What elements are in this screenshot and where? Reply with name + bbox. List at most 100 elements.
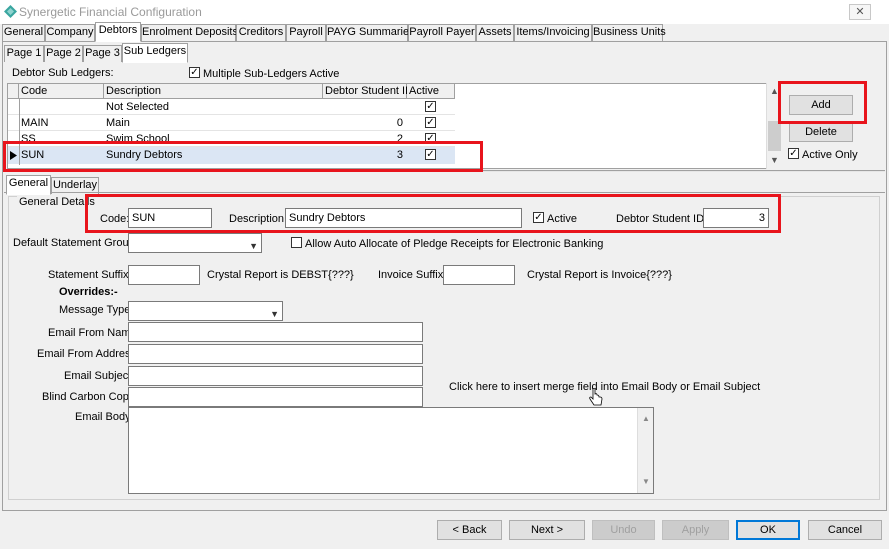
column-header-active[interactable]: Active <box>407 84 455 99</box>
window-title: Synergetic Financial Configuration <box>19 5 202 19</box>
overrides-label: Overrides:- <box>59 286 118 298</box>
statement-suffix-field[interactable] <box>128 265 200 285</box>
tab-page-3[interactable]: Page 3 <box>83 45 122 62</box>
column-header-student-id[interactable]: Debtor Student ID <box>323 84 413 99</box>
active-checkbox[interactable]: ✓ <box>533 212 544 223</box>
invoice-suffix-label: Invoice Suffix: <box>378 269 447 281</box>
cell-code: SUN <box>21 149 45 161</box>
table-row[interactable]: Not Selected ✓ <box>8 99 455 115</box>
code-field[interactable]: SUN <box>128 208 212 228</box>
scroll-up-icon[interactable]: ▲ <box>642 410 650 428</box>
tab-debtors[interactable]: Debtors <box>95 22 141 42</box>
tab-business-units[interactable]: Business Units <box>592 24 666 41</box>
email-body-textarea[interactable]: ▲ ▼ <box>128 407 654 494</box>
cell-student-id <box>323 99 403 115</box>
email-body-scrollbar[interactable]: ▲ ▼ <box>637 408 653 493</box>
column-header-description[interactable]: Description <box>104 84 323 99</box>
tab-payroll-payer[interactable]: Payroll Payer <box>408 24 476 41</box>
message-type-select[interactable]: ▼ <box>128 301 283 321</box>
message-type-label: Message Type: <box>59 304 134 316</box>
tab-detail-general[interactable]: General <box>6 175 51 195</box>
multiple-sub-ledgers-label: Multiple Sub-Ledgers Active <box>203 68 340 80</box>
cell-description: Main <box>106 117 130 129</box>
tab-enrolment-deposits[interactable]: Enrolment Deposits <box>141 24 238 41</box>
bcc-label: Blind Carbon Copy: <box>42 391 138 403</box>
row-indicator-divider <box>19 99 20 165</box>
cancel-button[interactable]: Cancel <box>808 520 882 540</box>
title-bar: Synergetic Financial Configuration ✕ <box>0 0 889 24</box>
cell-student-id: 2 <box>396 133 403 145</box>
ok-button[interactable]: OK <box>736 520 800 540</box>
email-subject-label: Email Subject: <box>64 370 135 382</box>
tab-sub-ledgers[interactable]: Sub Ledgers <box>122 43 188 63</box>
table-row[interactable]: SS Swim School 2 ✓ <box>8 131 455 147</box>
chevron-down-icon: ▼ <box>249 241 258 251</box>
student-id-field[interactable]: 3 <box>703 208 769 228</box>
active-only-label: Active Only <box>802 149 858 161</box>
cell-active-checkbox[interactable]: ✓ <box>425 101 436 112</box>
app-logo-icon <box>4 5 17 18</box>
undo-button[interactable]: Undo <box>592 520 655 540</box>
statement-suffix-label: Statement Suffix: <box>48 269 132 281</box>
cell-active-checkbox[interactable]: ✓ <box>425 117 436 128</box>
email-body-label: Email Body: <box>75 411 134 423</box>
email-from-name-field[interactable] <box>128 322 423 342</box>
bcc-field[interactable] <box>128 387 423 407</box>
add-button[interactable]: Add <box>789 95 853 115</box>
allow-auto-allocate-label: Allow Auto Allocate of Pledge Receipts f… <box>305 238 604 250</box>
general-details-label: General Details <box>17 196 97 208</box>
invoice-suffix-field[interactable] <box>443 265 515 285</box>
tab-items-invoicing[interactable]: Items/Invoicing <box>514 24 592 41</box>
debtor-sub-ledgers-label: Debtor Sub Ledgers: <box>12 67 114 79</box>
email-from-name-label: Email From Name: <box>48 327 140 339</box>
active-only-checkbox[interactable]: ✓ <box>788 148 799 159</box>
sub-ledgers-grid: Code Description Debtor Student ID Activ… <box>7 83 782 169</box>
scroll-down-icon[interactable]: ▼ <box>642 473 650 491</box>
scroll-up-icon[interactable]: ▲ <box>770 86 779 96</box>
table-row[interactable]: MAIN Main 0 ✓ <box>8 115 455 131</box>
row-pointer-icon <box>10 151 17 160</box>
tab-page-1[interactable]: Page 1 <box>4 45 44 62</box>
active-label: Active <box>547 213 577 225</box>
crystal-debst-text: Crystal Report is DEBST{???} <box>207 269 354 281</box>
next-button[interactable]: Next > <box>509 520 585 540</box>
tab-general[interactable]: General <box>2 24 45 41</box>
tab-page-2[interactable]: Page 2 <box>44 45 83 62</box>
column-header-code[interactable]: Code <box>19 84 104 99</box>
grid-scrollbar[interactable]: ▲ ▼ <box>766 83 782 169</box>
statement-group-select[interactable]: ▼ <box>128 233 262 253</box>
cell-description: Sundry Debtors <box>106 149 183 161</box>
cell-description: Swim School <box>106 133 170 145</box>
crystal-invoice-text: Crystal Report is Invoice{???} <box>527 269 672 281</box>
scroll-thumb[interactable] <box>768 121 781 151</box>
tab-payroll[interactable]: Payroll <box>286 24 326 41</box>
cell-code: MAIN <box>21 117 49 129</box>
back-button[interactable]: < Back <box>437 520 502 540</box>
splitter[interactable] <box>4 170 885 172</box>
email-subject-field[interactable] <box>128 366 423 386</box>
scroll-down-icon[interactable]: ▼ <box>770 155 779 165</box>
hand-cursor-icon <box>589 388 603 406</box>
description-label: Description: <box>229 213 288 225</box>
email-from-address-field[interactable] <box>128 344 423 364</box>
close-button[interactable]: ✕ <box>849 4 871 20</box>
apply-button[interactable]: Apply <box>662 520 729 540</box>
student-id-label: Debtor Student ID: <box>616 213 708 225</box>
cell-description: Not Selected <box>106 101 169 113</box>
tab-creditors[interactable]: Creditors <box>236 24 286 41</box>
cell-code <box>19 99 104 115</box>
multiple-sub-ledgers-checkbox[interactable]: ✓ <box>189 67 200 78</box>
cell-active-checkbox[interactable]: ✓ <box>425 149 436 160</box>
table-row-selected[interactable]: SUN Sundry Debtors 3 ✓ <box>8 147 455 164</box>
delete-button[interactable]: Delete <box>789 122 853 142</box>
description-field[interactable]: Sundry Debtors <box>285 208 522 228</box>
tab-assets[interactable]: Assets <box>476 24 514 41</box>
merge-field-link[interactable]: Click here to insert merge field into Em… <box>449 381 760 393</box>
cell-active-checkbox[interactable]: ✓ <box>425 133 436 144</box>
tab-payg-summaries[interactable]: PAYG Summaries <box>326 24 415 41</box>
allow-auto-allocate-checkbox[interactable] <box>291 237 302 248</box>
tab-company[interactable]: Company <box>45 24 95 41</box>
cell-code: SS <box>21 133 36 145</box>
email-from-address-label: Email From Address: <box>37 348 140 360</box>
row-indicator-header <box>8 84 19 99</box>
